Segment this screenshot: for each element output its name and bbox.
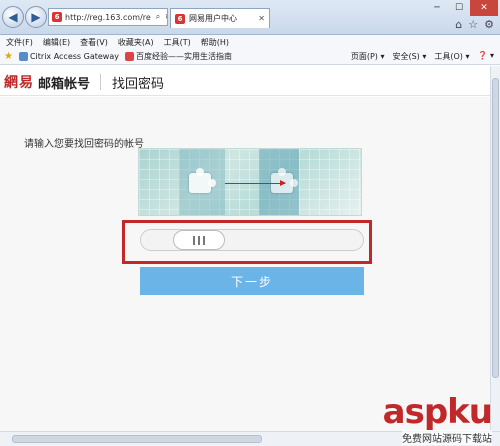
- favorite-citrix-label: Citrix Access Gateway: [29, 52, 119, 61]
- close-window-icon[interactable]: ✕: [470, 0, 498, 16]
- grip-line-icon: [203, 235, 205, 245]
- tab-163-user-center[interactable]: 6 网易用户中心 ✕: [170, 8, 270, 28]
- page-menu[interactable]: 页面(P) ▾: [351, 51, 385, 62]
- vertical-scroll-thumb[interactable]: [492, 78, 499, 378]
- help-menu[interactable]: ❓ ▾: [477, 51, 494, 62]
- drag-direction-arrow-icon: [225, 180, 286, 186]
- favorite-baidu-jingyan[interactable]: 百度经验——实用生活指南: [124, 51, 232, 62]
- citrix-icon: [18, 52, 28, 61]
- next-step-button[interactable]: 下一步: [140, 267, 364, 295]
- captcha-slider-track[interactable]: [140, 229, 364, 251]
- puzzle-piece-icon: [189, 168, 216, 193]
- baidu-icon: [124, 52, 134, 61]
- site-header: 網易 邮箱帐号 找回密码: [0, 66, 490, 96]
- minimize-icon[interactable]: ─: [426, 0, 448, 16]
- browser-tool-icons: ⌂ ☆ ⚙: [455, 18, 494, 31]
- back-button[interactable]: ◀: [2, 6, 24, 28]
- address-url: http://reg.163.com/re: [65, 12, 151, 22]
- favorite-citrix[interactable]: Citrix Access Gateway: [18, 52, 119, 61]
- watermark-subtitle: 免费网站源码下载站: [402, 430, 492, 445]
- browser-titlebar: ◀ ▶ 6 http://reg.163.com/re ⌕ ↻ 6 网易用户中心…: [0, 0, 500, 35]
- menu-bar: 文件(F) 编辑(E) 查看(V) 收藏夹(A) 工具(T) 帮助(H): [0, 35, 500, 49]
- favorites-bar: ★ Citrix Access Gateway 百度经验——实用生活指南 页面(…: [0, 49, 500, 65]
- captcha-slider-handle[interactable]: [173, 230, 225, 250]
- favorites-star-icon[interactable]: ☆: [468, 18, 478, 31]
- search-icon[interactable]: ⌕: [156, 12, 160, 22]
- grip-line-icon: [193, 235, 195, 245]
- window-controls: ─ ☐ ✕: [426, 0, 498, 16]
- netease-logo[interactable]: 網易: [4, 72, 34, 92]
- vertical-scrollbar[interactable]: [490, 66, 500, 431]
- horizontal-scroll-thumb[interactable]: [12, 435, 262, 443]
- tab-close-icon[interactable]: ✕: [258, 14, 265, 23]
- menu-favorites[interactable]: 收藏夹(A): [118, 37, 154, 48]
- command-bar: 页面(P) ▾ 安全(S) ▾ 工具(O) ▾ ❓ ▾: [351, 51, 500, 62]
- tab-favicon-icon: 6: [175, 13, 185, 24]
- back-arrow-icon: ◀: [8, 10, 18, 24]
- menu-view[interactable]: 查看(V): [80, 37, 108, 48]
- gear-icon[interactable]: ⚙: [484, 18, 494, 31]
- menu-file[interactable]: 文件(F): [6, 37, 33, 48]
- grip-line-icon: [198, 235, 200, 245]
- maximize-icon[interactable]: ☐: [448, 0, 470, 16]
- favorite-baidu-label: 百度经验——实用生活指南: [135, 52, 232, 61]
- forward-button[interactable]: ▶: [25, 6, 47, 28]
- site-favicon-icon: 6: [52, 12, 62, 22]
- account-prompt-label: 请输入您要找回密码的帐号: [24, 139, 144, 150]
- mail-account-title: 邮箱帐号: [38, 77, 91, 92]
- refresh-icon[interactable]: ↻: [165, 13, 167, 22]
- header-divider: [100, 74, 101, 90]
- menu-help[interactable]: 帮助(H): [201, 37, 229, 48]
- safety-menu[interactable]: 安全(S) ▾: [392, 51, 426, 62]
- captcha-texture: [139, 149, 361, 215]
- tab-title: 网易用户中心: [189, 14, 237, 23]
- page-title: 找回密码: [112, 77, 165, 92]
- home-icon[interactable]: ⌂: [455, 18, 462, 31]
- favorites-star-icon[interactable]: ★: [4, 51, 13, 62]
- address-bar[interactable]: 6 http://reg.163.com/re ⌕ ↻: [48, 8, 168, 26]
- aspku-watermark-logo: aspku: [382, 392, 493, 432]
- menu-edit[interactable]: 编辑(E): [43, 37, 70, 48]
- tools-menu[interactable]: 工具(O) ▾: [434, 51, 469, 62]
- puzzle-captcha-image: [138, 148, 362, 216]
- forward-arrow-icon: ▶: [31, 10, 41, 24]
- menu-tools[interactable]: 工具(T): [164, 37, 191, 48]
